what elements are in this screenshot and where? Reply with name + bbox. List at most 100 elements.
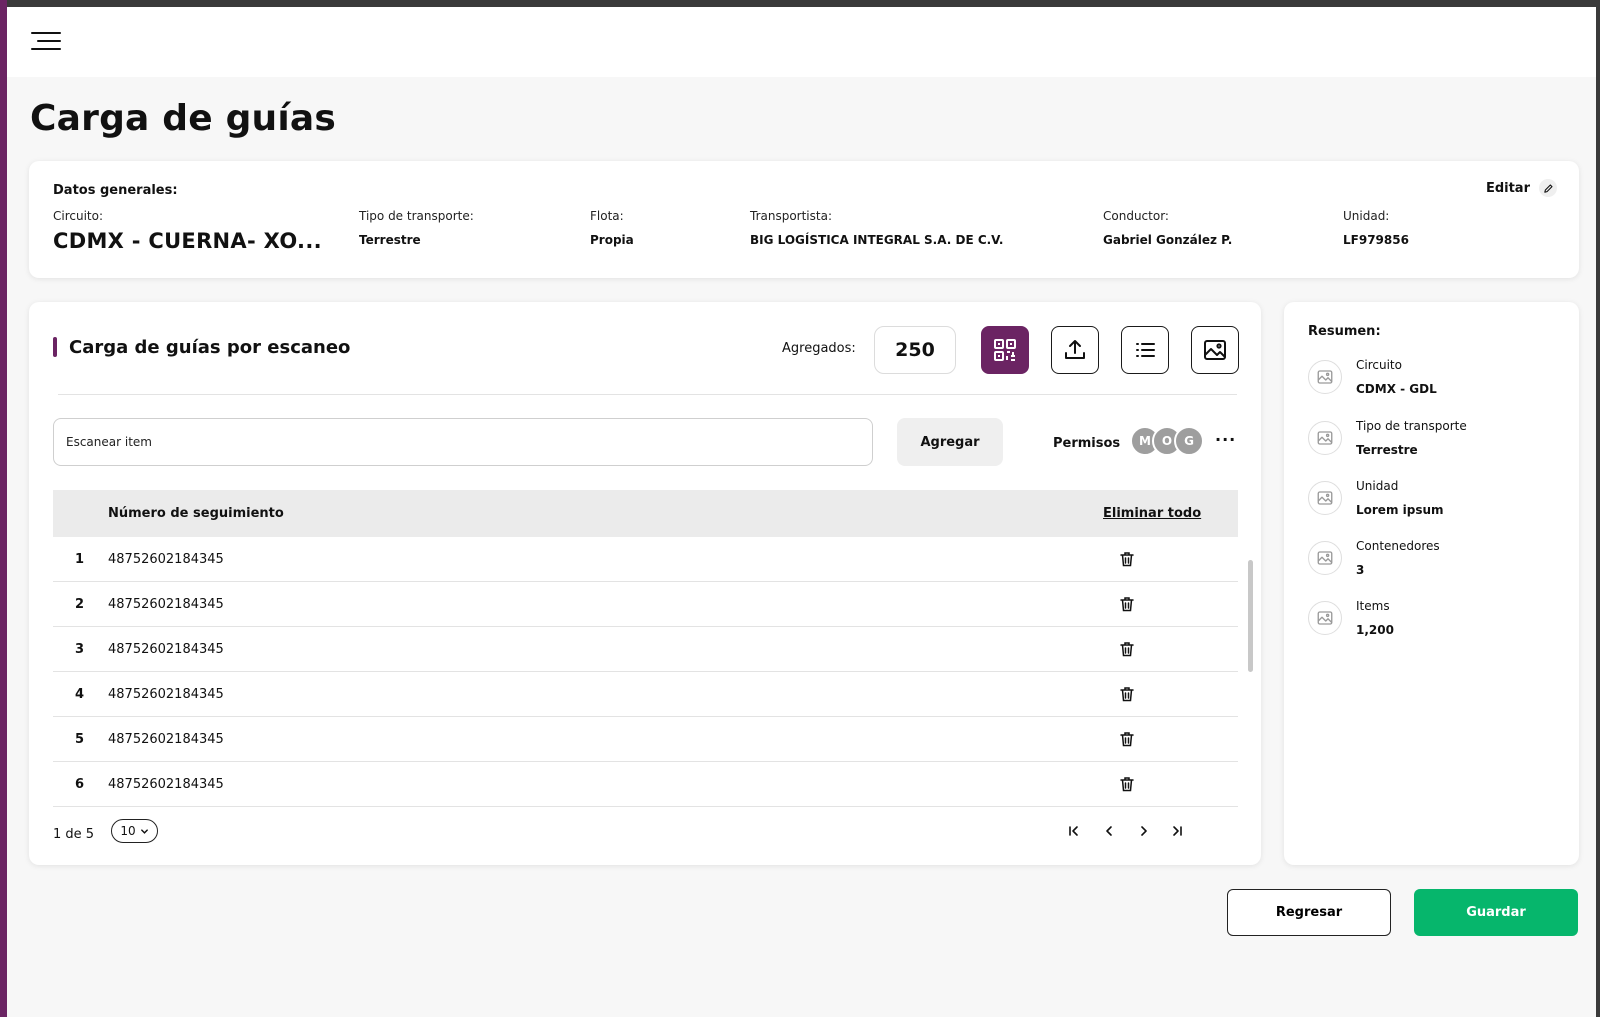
trash-icon[interactable]	[1118, 730, 1136, 748]
row-number: 5	[75, 732, 85, 747]
first-page-icon	[1069, 826, 1078, 836]
last-page-button[interactable]	[1168, 822, 1186, 840]
section-accent-bar	[53, 337, 57, 357]
upload-icon	[1065, 340, 1085, 359]
field-label: Flota:	[590, 209, 624, 223]
table-scrollbar[interactable]	[1248, 560, 1253, 672]
summary-label: Tipo de transporte	[1356, 419, 1467, 433]
field-driver: Conductor: Gabriel González P.	[1103, 209, 1232, 247]
window-right-edge	[1596, 0, 1600, 1017]
add-button[interactable]: Agregar	[897, 418, 1003, 466]
window-top-bar	[0, 0, 1600, 7]
avatar[interactable]: G	[1174, 426, 1204, 456]
summary-value: 3	[1356, 563, 1365, 577]
added-label: Agregados:	[782, 341, 856, 356]
edit-label: Editar	[1485, 180, 1530, 196]
scan-section-title: Carga de guías por escaneo	[69, 337, 351, 358]
table-row: 5 48752602184345	[53, 717, 1238, 762]
section-divider	[58, 394, 1237, 395]
trash-icon[interactable]	[1118, 595, 1136, 613]
field-unit: Unidad: LF979856	[1343, 209, 1409, 247]
field-label: Tipo de transporte:	[359, 209, 474, 223]
row-number: 3	[75, 642, 85, 657]
upload-button[interactable]	[1051, 326, 1099, 374]
page-size-select[interactable]: 10	[111, 819, 158, 843]
tracking-number: 48752602184345	[108, 552, 224, 567]
image-placeholder-icon	[1308, 601, 1342, 635]
added-count: 250	[874, 326, 956, 374]
row-number: 4	[75, 687, 85, 702]
scan-card: Carga de guías por escaneo Agregados: 25…	[29, 302, 1261, 865]
summary-label: Unidad	[1356, 479, 1399, 493]
summary-value: CDMX - GDL	[1356, 382, 1437, 396]
delete-all-link[interactable]: Eliminar todo	[1103, 506, 1201, 521]
image-placeholder-icon	[1308, 421, 1342, 455]
field-label: Transportista:	[750, 209, 832, 223]
trash-icon[interactable]	[1118, 775, 1136, 793]
image-placeholder-icon	[1308, 360, 1342, 394]
summary-item-unit: Unidad Lorem ipsum	[1308, 479, 1558, 529]
menu-icon[interactable]	[29, 29, 63, 55]
summary-value: Terrestre	[1356, 443, 1418, 457]
chevron-right-icon	[1141, 826, 1147, 836]
field-value: Propia	[590, 233, 634, 247]
qr-scan-button[interactable]	[981, 326, 1029, 374]
summary-value: Lorem ipsum	[1356, 503, 1444, 517]
general-data-card: Datos generales: Circuito: CDMX - CUERNA…	[29, 161, 1579, 278]
field-value: Gabriel González P.	[1103, 233, 1233, 247]
more-options-icon[interactable]: ···	[1215, 430, 1236, 449]
image-icon	[1204, 340, 1226, 360]
edit-button[interactable]: Editar	[1486, 179, 1557, 197]
trash-icon[interactable]	[1118, 640, 1136, 658]
next-page-button[interactable]	[1135, 822, 1153, 840]
image-view-button[interactable]	[1191, 326, 1239, 374]
page-size-value: 10	[120, 824, 136, 838]
tracking-number: 48752602184345	[108, 777, 224, 792]
list-icon	[1136, 343, 1155, 357]
field-transport-type: Tipo de transporte: Terrestre	[359, 209, 474, 247]
chevron-down-icon	[140, 828, 148, 834]
list-view-button[interactable]	[1121, 326, 1169, 374]
table-row: 2 48752602184345	[53, 582, 1238, 627]
pagination-label: 1 de 5	[53, 827, 95, 842]
table-row: 6 48752602184345	[53, 762, 1238, 807]
field-value: LF979856	[1343, 233, 1409, 247]
field-value: Terrestre	[359, 233, 421, 247]
tracking-table-body: 1 48752602184345 2 48752602184345 3 4875…	[53, 537, 1238, 807]
accent-side-bar	[0, 0, 7, 1017]
last-page-icon	[1173, 826, 1182, 836]
row-number: 2	[75, 597, 85, 612]
back-button[interactable]: Regresar	[1227, 889, 1391, 936]
summary-item-items: Items 1,200	[1308, 599, 1558, 649]
field-fleet: Flota: Propia	[590, 209, 634, 247]
scan-item-input[interactable]	[53, 418, 873, 466]
tracking-number-column: Número de seguimiento	[108, 506, 284, 521]
previous-page-button[interactable]	[1100, 822, 1118, 840]
summary-item-containers: Contenedores 3	[1308, 539, 1558, 589]
table-row: 1 48752602184345	[53, 537, 1238, 582]
field-value: BIG LOGÍSTICA INTEGRAL S.A. DE C.V.	[750, 233, 1004, 247]
field-circuit: Circuito: CDMX - CUERNA- XO...	[53, 209, 322, 253]
row-number: 1	[75, 552, 85, 567]
field-value: CDMX - CUERNA- XO...	[53, 229, 322, 253]
summary-label: Contenedores	[1356, 539, 1440, 553]
top-header	[7, 7, 1596, 77]
general-data-title: Datos generales:	[53, 183, 178, 198]
summary-title: Resumen:	[1308, 324, 1381, 339]
tracking-number: 48752602184345	[108, 597, 224, 612]
qr-code-icon	[994, 339, 1016, 361]
field-carrier: Transportista: BIG LOGÍSTICA INTEGRAL S.…	[750, 209, 1003, 247]
trash-icon[interactable]	[1118, 550, 1136, 568]
pencil-icon	[1539, 179, 1557, 197]
save-button[interactable]: Guardar	[1414, 889, 1578, 936]
chevron-left-icon	[1106, 826, 1112, 836]
trash-icon[interactable]	[1118, 685, 1136, 703]
summary-card: Resumen: Circuito CDMX - GDL Tipo de tra…	[1284, 302, 1579, 865]
row-number: 6	[75, 777, 85, 792]
field-label: Conductor:	[1103, 209, 1169, 223]
summary-label: Circuito	[1356, 358, 1402, 372]
tracking-number: 48752602184345	[108, 732, 224, 747]
permissions-label: Permisos	[1053, 436, 1121, 451]
table-row: 3 48752602184345	[53, 627, 1238, 672]
first-page-button[interactable]	[1065, 822, 1083, 840]
